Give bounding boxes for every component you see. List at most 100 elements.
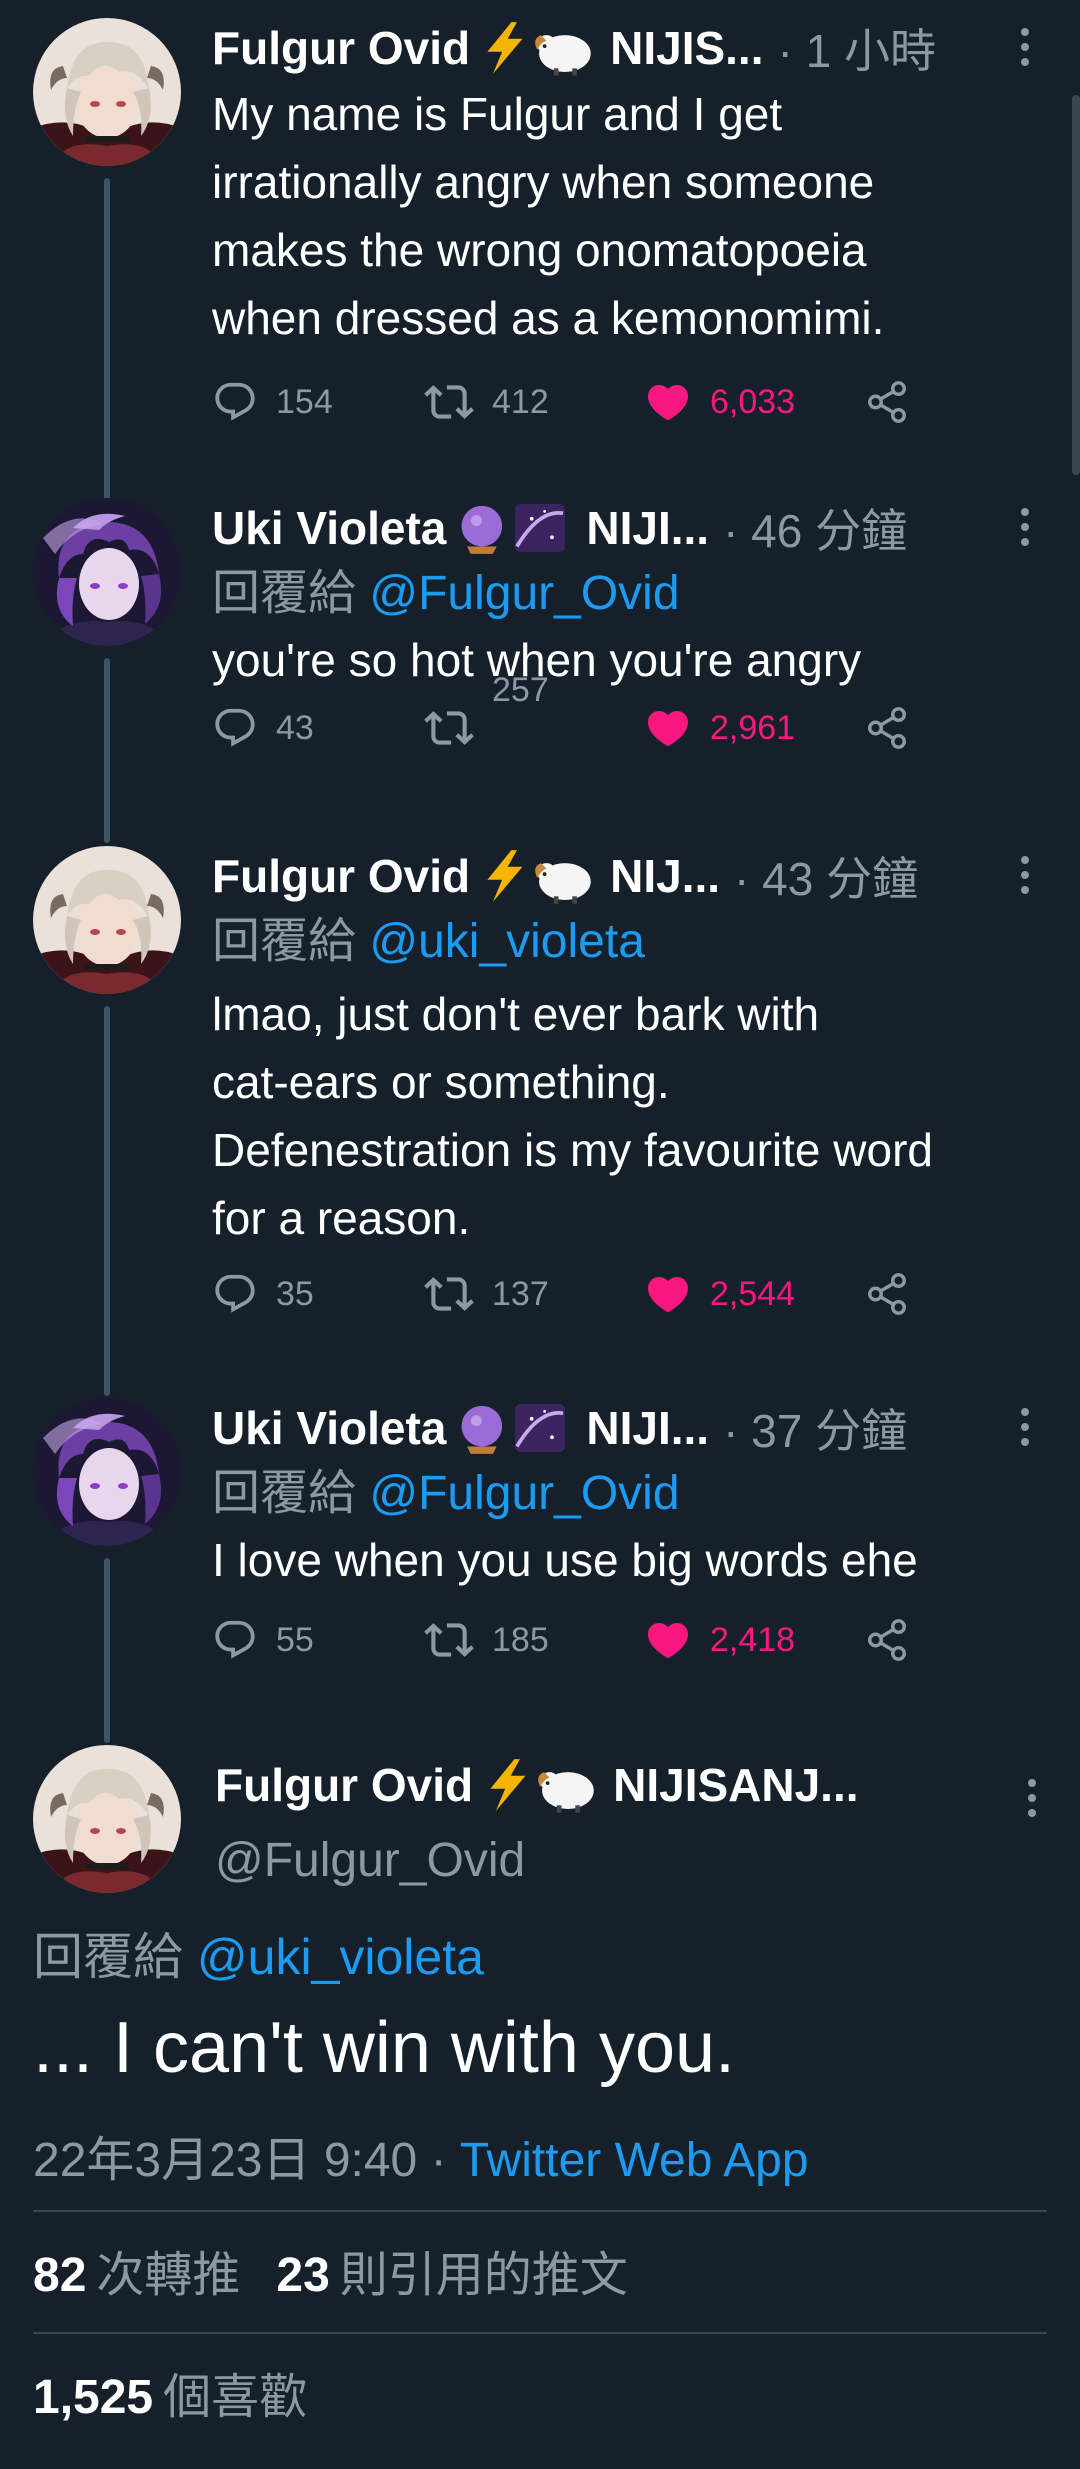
avatar[interactable] [33, 498, 181, 646]
reply-to-label: 回覆給 [212, 1467, 357, 1520]
crystal-ball-galaxy-emoji [456, 500, 576, 556]
reply-to-line: 回覆給 @Fulgur_Ovid [212, 1464, 1040, 1524]
like-button[interactable]: 2,418 [644, 1610, 795, 1670]
thread-line [104, 658, 110, 843]
reply-to-handle[interactable]: @Fulgur_Ovid [369, 1467, 679, 1520]
reply-button[interactable]: 55 [212, 1610, 314, 1670]
share-icon [864, 1617, 910, 1663]
share-icon [864, 379, 910, 425]
reply-to-handle[interactable]: @Fulgur_Ovid [369, 567, 679, 620]
retweet-button[interactable]: 257 [424, 671, 549, 758]
like-button[interactable]: 6,033 [644, 372, 795, 432]
heart-icon [644, 378, 692, 426]
tweet-text-line: My name is Fulgur and I get [212, 88, 783, 140]
more-icon[interactable] [1017, 1773, 1047, 1823]
tweet-source[interactable]: Twitter Web App [460, 2134, 809, 2187]
retweet-count: 137 [492, 1274, 549, 1313]
retweet-count: 257 [492, 670, 549, 709]
avatar[interactable] [33, 18, 181, 166]
thread-line [104, 1006, 110, 1396]
avatar[interactable] [33, 1398, 181, 1546]
tweet-text-line: you're so hot when you're angry [212, 634, 862, 686]
like-button[interactable]: 2,544 [644, 1264, 795, 1324]
retweet-button[interactable]: 185 [424, 1610, 549, 1670]
thread-line [104, 1558, 110, 1743]
more-icon[interactable] [1010, 850, 1040, 900]
avatar[interactable] [33, 1745, 181, 1893]
like-count: 2,961 [710, 708, 796, 747]
author-name[interactable]: Uki Violeta [212, 501, 446, 555]
reply-icon [212, 1271, 258, 1317]
quotes-stat[interactable]: 23 則引用的推文 [276, 2235, 627, 2305]
heart-icon [644, 1616, 692, 1664]
reply-to-handle[interactable]: @uki_violeta [369, 915, 645, 968]
likes-stat[interactable]: 1,525 個喜歡 [33, 2357, 307, 2427]
tweet-text-line: makes the wrong onomatopoeia [212, 224, 867, 276]
reply-button[interactable]: 35 [212, 1264, 314, 1324]
crystal-ball-galaxy-emoji [456, 1400, 576, 1456]
lightning-ram-emoji [480, 20, 600, 76]
tweet-meta: 22年3月23日 9:40 · Twitter Web App [33, 2120, 809, 2190]
share-button[interactable] [864, 1610, 910, 1670]
author-name[interactable]: Fulgur Ovid [215, 1758, 473, 1812]
more-icon[interactable] [1010, 1402, 1040, 1452]
more-icon[interactable] [1010, 22, 1040, 72]
tweet-text-line: when dressed as a kemonomimi. [212, 292, 885, 344]
retweet-count: 185 [492, 1620, 549, 1659]
lightning-ram-emoji [480, 848, 600, 904]
share-icon [864, 705, 910, 751]
reply-count: 55 [276, 1620, 314, 1659]
author-name[interactable]: Fulgur Ovid [212, 849, 470, 903]
tweet-time[interactable]: · 1 小時 [778, 15, 936, 81]
reply-to-label: 回覆給 [33, 1929, 183, 1985]
share-button[interactable] [864, 1264, 910, 1324]
thread-tweet-1[interactable]: Fulgur Ovid NIJIS... · 1 小時 My name is F… [0, 15, 1080, 513]
tweet-actions: 55 185 2,418 [212, 1610, 1040, 1670]
reply-button[interactable]: 43 [212, 698, 314, 758]
tweet-text-line: Defenestration is my favourite word [212, 1124, 933, 1176]
like-button[interactable]: 2,961 [644, 698, 795, 758]
like-count: 2,418 [710, 1620, 796, 1659]
thread-tweet-2[interactable]: Uki Violeta NIJI... · 46 分鐘 回覆給 @Fulgur_… [0, 495, 1080, 843]
thread-tweet-3[interactable]: Fulgur Ovid NIJ... · 43 分鐘 回覆給 @uki_viol… [0, 843, 1080, 1396]
reply-icon [212, 379, 258, 425]
author-handle[interactable]: @Fulgur_Ovid [215, 1833, 525, 1888]
retweet-icon [424, 377, 474, 427]
retweet-button[interactable]: 137 [424, 1264, 549, 1324]
reply-icon [212, 705, 258, 751]
author-name-suffix[interactable]: NIJISANJ... [613, 1758, 858, 1812]
retweet-icon [424, 703, 474, 753]
share-icon [864, 1271, 910, 1317]
avatar[interactable] [33, 846, 181, 994]
author-name[interactable]: Fulgur Ovid [212, 21, 470, 75]
tweet-text-line: lmao, just don't ever bark with [212, 988, 820, 1040]
tweet-time[interactable]: · 37 分鐘 [723, 1395, 907, 1461]
author-name-suffix[interactable]: NIJI... [586, 501, 709, 555]
tweet-text-line: irrationally angry when someone [212, 156, 875, 208]
retweets-stat[interactable]: 82 次轉推 [33, 2235, 240, 2305]
share-button[interactable] [864, 372, 910, 432]
author-name-suffix[interactable]: NIJIS... [610, 21, 763, 75]
reply-button[interactable]: 154 [212, 372, 333, 432]
author-name[interactable]: Uki Violeta [212, 1401, 446, 1455]
lightning-ram-emoji [483, 1757, 603, 1813]
more-icon[interactable] [1010, 502, 1040, 552]
author-name-suffix[interactable]: NIJI... [586, 1401, 709, 1455]
tweet-datetime[interactable]: 22年3月23日 9:40 · [33, 2134, 447, 2187]
thread-tweet-4[interactable]: Uki Violeta NIJI... · 37 分鐘 回覆給 @Fulgur_… [0, 1395, 1080, 1743]
tweet-text-line: I love when you use big words ehe [212, 1534, 918, 1586]
tweet-text-line: for a reason. [212, 1192, 471, 1244]
retweet-count: 412 [492, 382, 549, 421]
reply-to-handle[interactable]: @uki_violeta [197, 1929, 484, 1985]
divider [33, 2210, 1047, 2212]
retweet-button[interactable]: 412 [424, 372, 549, 432]
like-count: 2,544 [710, 1274, 796, 1313]
share-button[interactable] [864, 698, 910, 758]
tweet-time[interactable]: · 43 分鐘 [734, 843, 918, 909]
tweet-text: ... I can't win with you. [33, 2008, 736, 2088]
tweet-actions: 154 412 6,033 [212, 372, 1040, 432]
author-name-suffix[interactable]: NIJ... [610, 849, 720, 903]
tweet-time[interactable]: · 46 分鐘 [723, 495, 907, 561]
tweet-text: lmao, just don't ever bark with cat-ears… [212, 980, 1040, 1252]
like-count: 6,033 [710, 382, 796, 421]
